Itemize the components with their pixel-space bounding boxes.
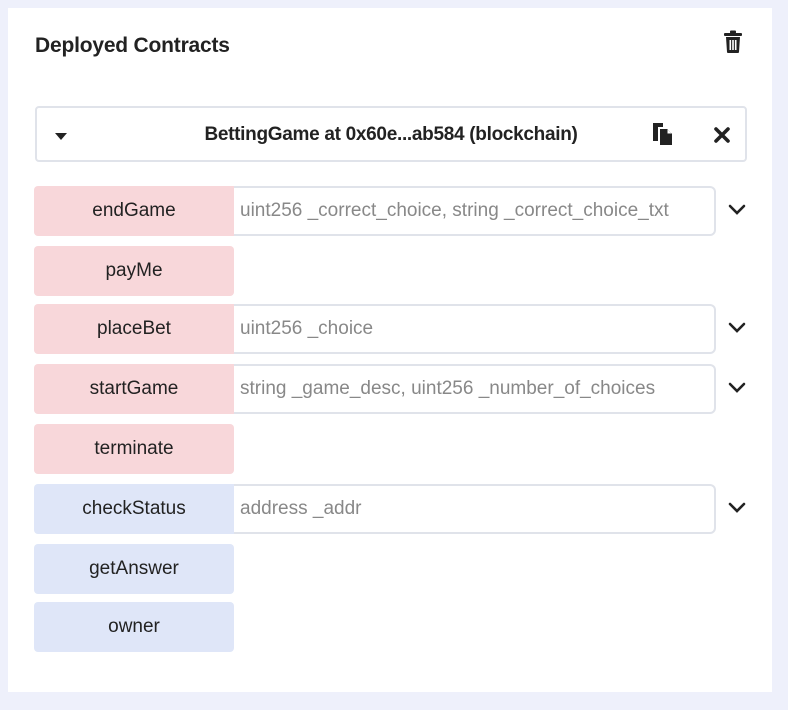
startgame-button[interactable]: startGame	[34, 364, 234, 414]
function-row-checkstatus: checkStatus	[34, 484, 754, 534]
owner-button[interactable]: owner	[34, 602, 234, 652]
chevron-down-icon[interactable]	[728, 322, 746, 334]
function-row-terminate: terminate	[34, 424, 754, 474]
function-row-startgame: startGame	[34, 364, 754, 414]
checkstatus-button[interactable]: checkStatus	[34, 484, 234, 534]
payme-button[interactable]: payMe	[34, 246, 234, 296]
placebet-args-input[interactable]	[234, 304, 716, 354]
contract-instance-header[interactable]: BettingGame at 0x60e...ab584 (blockchain…	[35, 106, 747, 162]
startgame-args-input[interactable]	[234, 364, 716, 414]
panel-title: Deployed Contracts	[35, 34, 230, 57]
copy-icon[interactable]	[651, 122, 673, 146]
trash-icon[interactable]	[722, 30, 744, 54]
placebet-button[interactable]: placeBet	[34, 304, 234, 354]
function-row-endgame: endGame	[34, 186, 754, 236]
chevron-down-icon[interactable]	[728, 502, 746, 514]
checkstatus-args-input[interactable]	[234, 484, 716, 534]
function-row-placebet: placeBet	[34, 304, 754, 354]
function-row-owner: owner	[34, 602, 754, 652]
endgame-button[interactable]: endGame	[34, 186, 234, 236]
contract-instance-name: BettingGame at 0x60e...ab584 (blockchain…	[204, 124, 578, 145]
endgame-args-input[interactable]	[234, 186, 716, 236]
close-icon[interactable]	[713, 126, 731, 144]
getanswer-button[interactable]: getAnswer	[34, 544, 234, 594]
function-row-getanswer: getAnswer	[34, 544, 754, 594]
function-row-payme: payMe	[34, 246, 754, 296]
deployed-contracts-panel: Deployed Contracts BettingGame at 0x60e.…	[8, 8, 772, 692]
terminate-button[interactable]: terminate	[34, 424, 234, 474]
chevron-down-icon[interactable]	[728, 204, 746, 216]
chevron-down-icon[interactable]	[728, 382, 746, 394]
